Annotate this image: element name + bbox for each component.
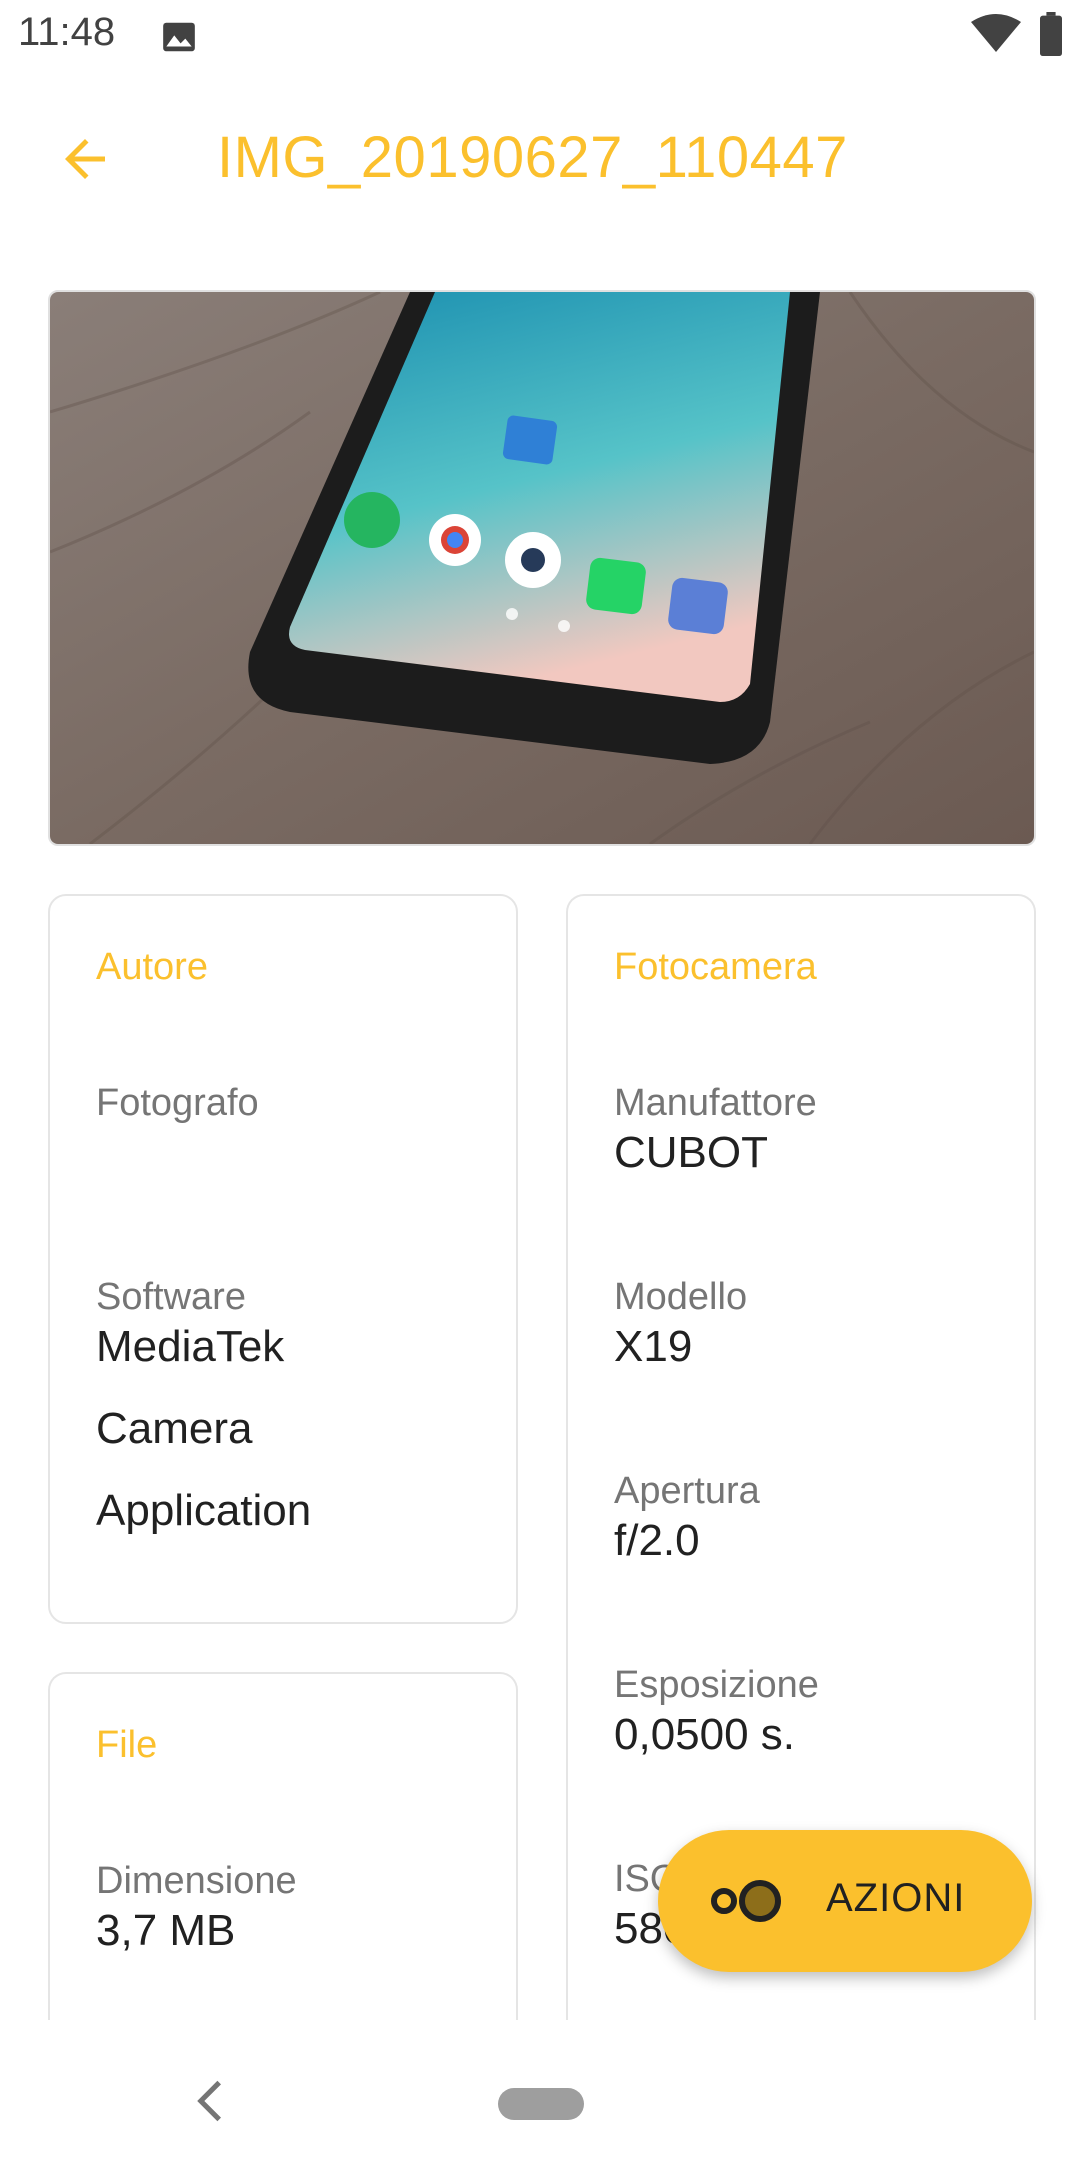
image-icon [163,22,195,52]
exposure-value: 0,0500 s. [614,1710,796,1759]
manufacturer-value: CUBOT [614,1128,768,1177]
arrow-back-icon [65,139,105,179]
author-card: Autore Fotografo Software MediaTek Camer… [48,894,518,1624]
photographer-label: Fotografo [96,1082,259,1124]
software-value-line2: Camera [96,1404,253,1453]
app-bar: IMG_20190627_110447 [0,72,1080,242]
photo-image [50,292,1034,844]
file-size-value: 3,7 MB [96,1906,236,1955]
page-title: IMG_20190627_110447 [217,125,848,190]
software-value-line3: Application [96,1486,312,1535]
system-nav-bar [0,2020,1080,2160]
wifi-icon [971,14,1021,52]
actions-fab-button[interactable]: AZIONI [658,1830,1032,1972]
back-button[interactable] [50,124,120,194]
photo-preview[interactable] [48,290,1036,846]
camera-card-title: Fotocamera [614,946,817,988]
author-card-title: Autore [96,946,208,988]
status-bar: 11:48 [0,0,1080,72]
battery-icon [1040,12,1062,56]
model-value: X19 [614,1322,693,1371]
nav-back-icon[interactable] [192,2078,228,2124]
nav-home-pill[interactable] [498,2088,584,2120]
actions-fab-label: AZIONI [826,1876,966,1920]
actions-dots-icon [711,1880,781,1922]
status-time: 11:48 [18,10,116,54]
aperture-value: f/2.0 [614,1516,700,1565]
file-card-title: File [96,1724,158,1766]
software-value-line1: MediaTek [96,1322,285,1371]
